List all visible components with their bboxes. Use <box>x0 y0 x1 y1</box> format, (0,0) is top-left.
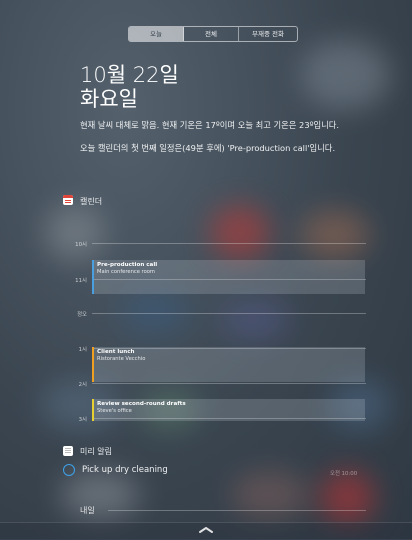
calendar-icon <box>63 195 73 205</box>
event-title: Pre-production call <box>97 262 158 268</box>
tab-all[interactable]: 전체 <box>184 27 239 41</box>
reminders-icon <box>63 446 73 456</box>
view-segmented-control: 오늘 전체 부재중 전화 <box>128 26 298 42</box>
event-location: Main conference room <box>97 269 155 275</box>
hour-label: 10시 <box>75 242 87 248</box>
calendar-event[interactable]: Pre-production call Main conference room <box>92 260 365 294</box>
reminder-text[interactable]: Pick up dry cleaning <box>82 465 168 475</box>
hour-line <box>92 383 366 384</box>
hour-label: 1시 <box>78 347 87 353</box>
calendar-section-title[interactable]: 캘린더 <box>80 196 102 207</box>
weekday-heading: 화요일 <box>80 87 138 111</box>
tab-today[interactable]: 오늘 <box>129 27 184 41</box>
hour-label: 2시 <box>78 382 87 388</box>
reminder-checkbox[interactable] <box>63 464 75 476</box>
calendar-event[interactable]: Client lunch Ristorante Vecchio <box>92 347 365 382</box>
chevron-up-icon[interactable] <box>199 526 213 533</box>
event-location: Ristorante Vecchio <box>97 356 146 362</box>
calendar-summary: 오늘 캘린더의 첫 번째 일정은(49분 후에) 'Pre-production… <box>80 143 336 153</box>
notification-center: 오늘 전체 부재중 전화 10월 22일 화요일 현재 날씨 대체로 맑음. 현… <box>0 0 412 540</box>
event-location: Steve's office <box>97 408 132 414</box>
tomorrow-section-title: 내일 <box>80 506 95 515</box>
weather-summary: 현재 날씨 대체로 맑음. 현재 기온은 17º이며 오늘 최고 기온은 23º… <box>80 120 340 130</box>
hour-label: 3시 <box>78 417 87 423</box>
hour-line <box>92 313 366 314</box>
reminders-section-title[interactable]: 미리 알림 <box>80 446 112 457</box>
hour-label: 11시 <box>75 278 87 284</box>
event-title: Review second-round drafts <box>97 401 186 407</box>
tab-missed[interactable]: 부재중 전화 <box>239 27 297 41</box>
hour-line <box>92 243 366 244</box>
tomorrow-divider <box>108 510 366 511</box>
reminder-time: 오전 10:00 <box>330 471 358 477</box>
event-title: Client lunch <box>97 349 135 355</box>
calendar-event[interactable]: Review second-round drafts Steve's offic… <box>92 399 365 421</box>
hour-label: 정오 <box>77 312 87 318</box>
